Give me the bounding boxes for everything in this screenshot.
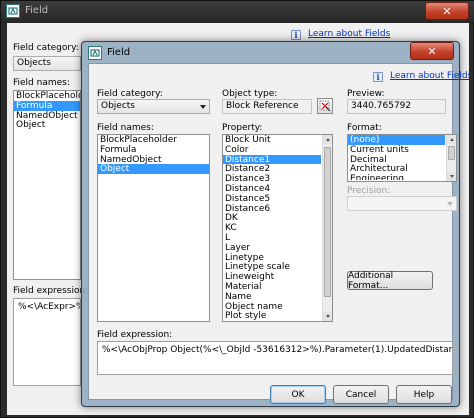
format-list[interactable]: (none) Current units Decimal Architectur… xyxy=(347,134,457,182)
list-item[interactable]: KC xyxy=(223,223,332,233)
back-titlebar[interactable]: Field ✕ xyxy=(1,1,474,23)
list-item[interactable]: Layer xyxy=(223,243,332,253)
ok-label: OK xyxy=(291,389,305,400)
list-item[interactable]: Distance4 xyxy=(223,184,332,194)
object-type-field: Block Reference xyxy=(222,99,312,114)
field-names-list[interactable]: BlockPlaceholder Formula NamedObject Obj… xyxy=(97,134,210,322)
preview-field: 3440.765792 xyxy=(347,99,446,114)
list-item[interactable]: Current units xyxy=(348,145,456,155)
close-icon: ✕ xyxy=(427,44,437,58)
list-item[interactable]: Linetype scale xyxy=(223,262,332,272)
list-item[interactable]: Color xyxy=(223,145,332,155)
preview-value: 3440.765792 xyxy=(351,101,412,111)
back-close-button[interactable]: ✕ xyxy=(425,2,469,20)
property-list[interactable]: Block Unit Color Distance1 Distance2 Dis… xyxy=(222,134,333,322)
list-item[interactable]: Plot style xyxy=(223,311,332,321)
field-category-select[interactable]: Objects xyxy=(97,99,210,114)
list-item[interactable]: Distance6 xyxy=(223,204,332,214)
list-item[interactable]: Formula xyxy=(98,145,209,155)
back-field-names-list[interactable]: BlockPlaceholder Formula NamedObject Obj… xyxy=(13,90,81,280)
field-expression-label: Field expression: xyxy=(97,330,173,340)
list-item[interactable]: BlockPlaceholder xyxy=(98,135,209,145)
list-item[interactable]: Formula xyxy=(14,100,80,111)
autocad-field-icon xyxy=(6,4,20,18)
list-item[interactable]: Distance3 xyxy=(223,174,332,184)
list-item[interactable]: Architectural xyxy=(348,164,456,174)
list-item[interactable]: DK xyxy=(223,213,332,223)
info-icon: i xyxy=(291,30,301,40)
field-category-label: Field category: xyxy=(97,89,163,99)
list-item[interactable]: L xyxy=(223,233,332,243)
list-item[interactable]: NamedObject xyxy=(98,155,209,165)
list-item[interactable]: Object xyxy=(14,120,80,130)
autocad-field-icon xyxy=(88,46,102,60)
window-title: Field xyxy=(107,47,131,58)
list-item[interactable]: Block Unit xyxy=(223,135,332,145)
list-item[interactable]: Material xyxy=(223,282,332,292)
chevron-down-icon xyxy=(200,105,206,109)
back-field-expression-text: %<\AcExpr>% xyxy=(18,302,81,312)
property-label: Property: xyxy=(222,123,263,133)
additional-format-button[interactable]: Additional Format... xyxy=(347,270,433,291)
list-item[interactable]: Distance2 xyxy=(223,164,332,174)
list-item[interactable]: Object xyxy=(98,164,209,174)
list-item[interactable]: BlockPlaceholder xyxy=(14,91,80,101)
additional-format-label: Additional Format... xyxy=(348,270,394,291)
cancel-label: Cancel xyxy=(345,389,377,400)
list-item[interactable]: Name xyxy=(223,292,332,302)
back-field-expression-label: Field expression: xyxy=(13,286,89,296)
learn-about-fields-link[interactable]: Learn about Fields xyxy=(390,71,472,81)
help-label: Help xyxy=(413,389,435,400)
scrollbar-thumb[interactable] xyxy=(324,147,331,297)
back-field-names-label: Field names: xyxy=(13,78,70,88)
list-item[interactable]: Distance5 xyxy=(223,194,332,204)
list-item[interactable]: Engineering xyxy=(348,174,456,180)
cancel-button[interactable]: Cancel xyxy=(333,385,389,404)
back-learn-about-fields-link[interactable]: Learn about Fields xyxy=(308,29,390,39)
list-item[interactable]: (none) xyxy=(348,135,445,145)
scroll-up-icon[interactable] xyxy=(447,135,456,144)
list-item[interactable]: Object name xyxy=(223,302,332,312)
format-label: Format: xyxy=(347,123,382,133)
select-object-icon xyxy=(319,100,331,112)
list-item[interactable]: Distance1 xyxy=(223,154,321,164)
list-item[interactable]: Lineweight xyxy=(223,272,332,282)
back-field-category-label: Field category: xyxy=(13,43,79,53)
field-category-value: Objects xyxy=(101,101,136,111)
info-icon: i xyxy=(373,72,383,82)
scrollbar-thumb[interactable] xyxy=(448,146,455,160)
field-expression-text: %<\AcObjProp Object(%<\_ObjId -53616312>… xyxy=(102,345,453,355)
back-field-category-select[interactable]: Objects xyxy=(13,56,81,71)
scroll-down-icon[interactable] xyxy=(323,312,332,321)
object-type-label: Object type: xyxy=(222,89,278,99)
list-item[interactable]: NamedObject xyxy=(14,111,80,121)
format-scrollbar[interactable] xyxy=(446,135,456,181)
precision-label: Precision: xyxy=(347,186,391,196)
field-names-label: Field names: xyxy=(97,123,154,133)
close-icon: ✕ xyxy=(442,4,452,18)
preview-label: Preview: xyxy=(347,89,385,99)
close-button[interactable]: ✕ xyxy=(410,42,454,60)
scroll-down-icon[interactable] xyxy=(447,172,456,181)
select-object-button[interactable] xyxy=(317,98,333,114)
chevron-down-icon xyxy=(447,202,453,206)
scroll-up-icon[interactable] xyxy=(323,135,332,144)
back-field-category-value: Objects xyxy=(17,58,52,68)
precision-select[interactable] xyxy=(347,196,457,211)
list-item[interactable]: Linetype xyxy=(223,253,332,263)
list-item[interactable]: Decimal xyxy=(348,155,456,165)
ok-button[interactable]: OK xyxy=(270,385,326,404)
property-scrollbar[interactable] xyxy=(322,135,332,321)
back-window-title: Field xyxy=(25,5,49,16)
help-button[interactable]: Help xyxy=(396,385,452,404)
back-field-expression-box[interactable]: %<\AcExpr>% xyxy=(13,298,81,386)
object-type-value: Block Reference xyxy=(226,101,299,111)
field-expression-box[interactable]: %<\AcObjProp Object(%<\_ObjId -53616312>… xyxy=(97,341,453,375)
